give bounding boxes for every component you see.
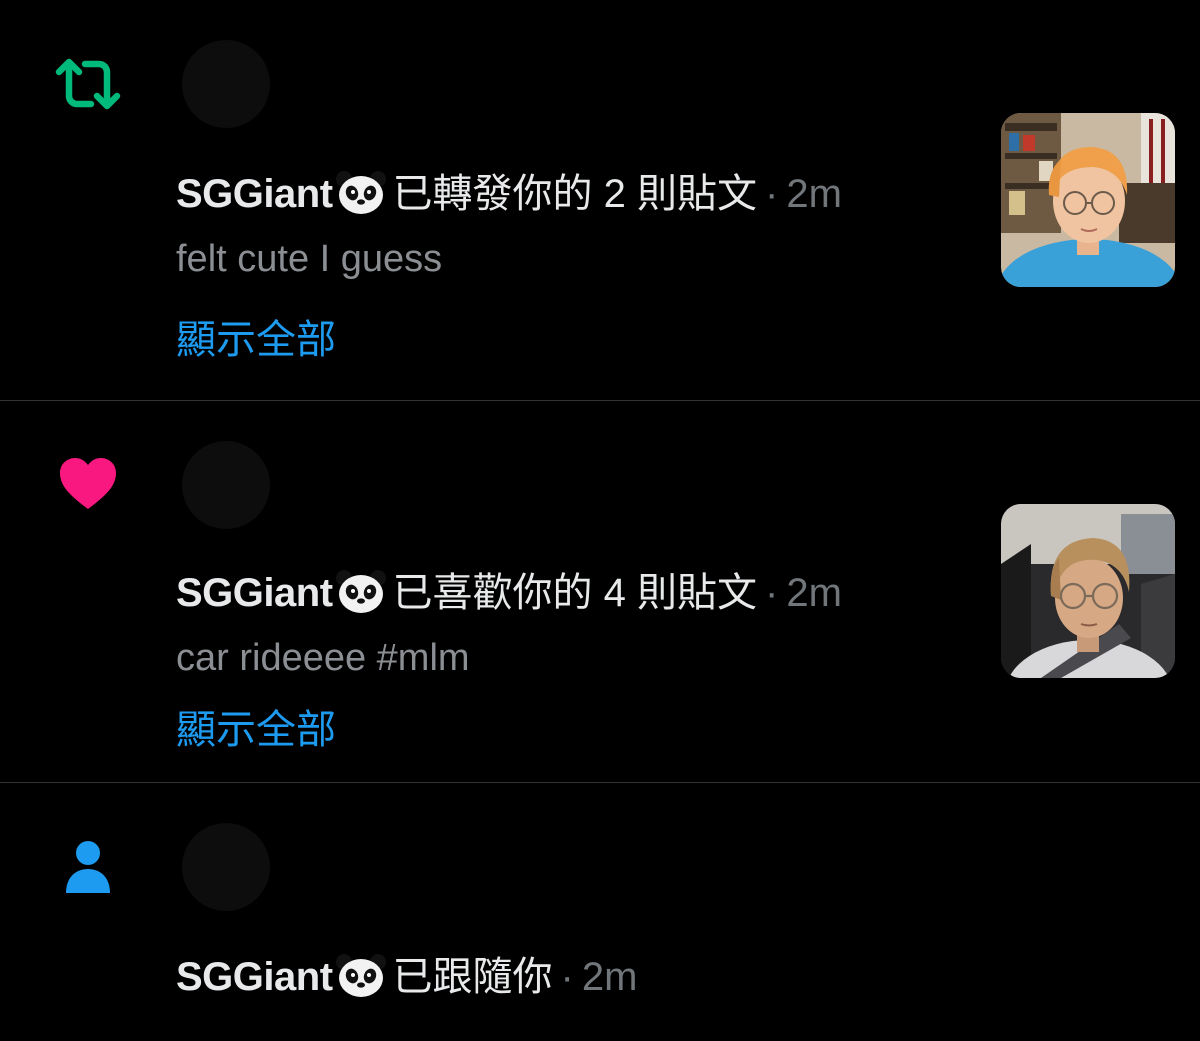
notification-action: 已跟隨你 xyxy=(392,955,553,999)
separator: · xyxy=(560,955,574,999)
notification-action: 已轉發你的 2 則貼文 xyxy=(392,172,758,216)
show-all-link[interactable]: 顯示全部 xyxy=(176,706,336,754)
avatar[interactable] xyxy=(182,823,270,911)
avatar[interactable] xyxy=(182,40,270,128)
user-name[interactable]: SGGiant xyxy=(176,172,333,216)
separator: · xyxy=(765,172,779,216)
notification-text: SGGiant 已喜歡你的 4 則貼文 · 2m xyxy=(176,567,842,617)
notification-text: SGGiant 已轉發你的 2 則貼文 · 2m xyxy=(176,168,842,218)
panda-emoji-icon xyxy=(335,567,387,615)
notification-item[interactable]: SGGiant 已轉發你的 2 則貼文 · 2m felt cute I guess … xyxy=(0,0,1200,400)
user-name[interactable]: SGGiant xyxy=(176,955,333,999)
retweet-icon xyxy=(52,52,124,116)
avatar[interactable] xyxy=(182,441,270,529)
user-name[interactable]: SGGiant xyxy=(176,571,333,615)
notification-action: 已喜歡你的 4 則貼文 xyxy=(392,571,758,615)
notifications-feed: SGGiant 已轉發你的 2 則貼文 · 2m felt cute I guess … xyxy=(0,0,1200,1041)
timestamp: 2m xyxy=(581,955,638,999)
heart-icon xyxy=(52,452,124,516)
post-thumbnail[interactable] xyxy=(1001,504,1175,678)
notification-item[interactable]: SGGiant 已喜歡你的 4 則貼文 · 2m car rideeee #mlm 顯… xyxy=(0,401,1200,782)
show-all-link[interactable]: 顯示全部 xyxy=(176,316,336,364)
panda-emoji-icon xyxy=(335,168,387,216)
notification-text: SGGiant 已跟隨你 · 2m xyxy=(176,951,637,1001)
timestamp: 2m xyxy=(786,172,842,216)
panda-emoji-icon xyxy=(335,951,387,999)
timestamp: 2m xyxy=(786,571,842,615)
post-thumbnail[interactable] xyxy=(1001,113,1175,287)
post-snippet: felt cute I guess xyxy=(176,238,443,280)
person-icon xyxy=(52,835,124,899)
post-snippet: car rideeee #mlm xyxy=(176,637,470,679)
separator: · xyxy=(765,571,779,615)
notification-item[interactable]: SGGiant 已跟隨你 · 2m xyxy=(0,783,1200,1041)
